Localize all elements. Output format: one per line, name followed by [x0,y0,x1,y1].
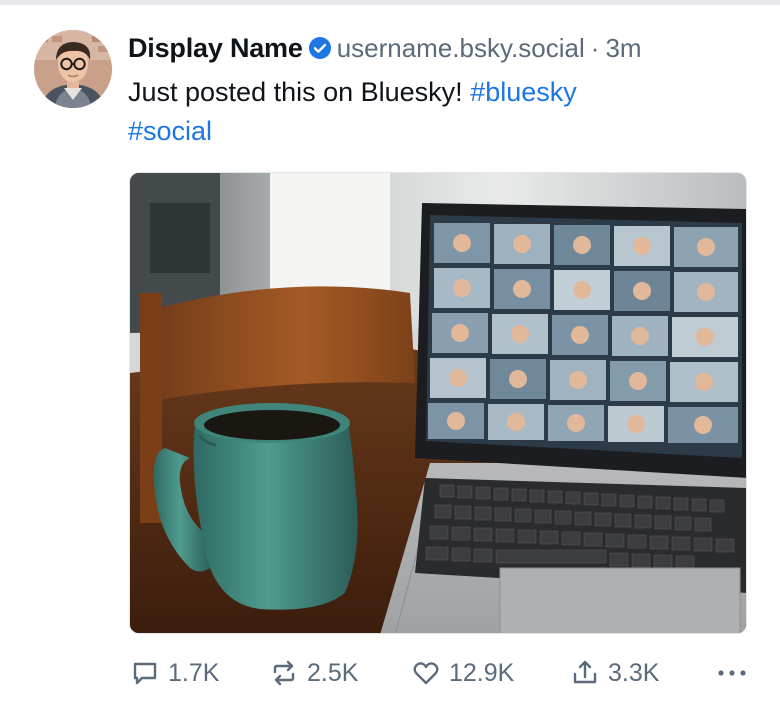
repost-count: 2.5K [307,658,359,687]
hashtag-link-bluesky[interactable]: #bluesky [470,77,577,107]
avatar[interactable] [34,30,112,108]
post-image[interactable] [129,172,747,634]
reply-icon [130,658,160,688]
display-name[interactable]: Display Name [128,33,303,64]
more-options-button[interactable] [714,652,750,694]
top-divider [0,0,780,5]
author-handle[interactable]: username.bsky.social [337,33,585,64]
heart-icon [411,658,441,688]
post-header: Display Name username.bsky.social · 3m [128,30,642,66]
more-icon [714,658,750,688]
post-timestamp[interactable]: 3m [605,33,641,64]
verified-badge-icon [308,36,332,60]
avatar-image [34,30,112,108]
hashtag-link-social[interactable]: #social [128,116,212,146]
post-body-text: Just posted this on Bluesky! [128,77,463,107]
post-actions: 1.7K 2.5K 12.9K 3.3K [130,652,750,694]
laptop-video-call-photo [130,173,746,633]
share-button[interactable]: 3.3K [570,652,659,694]
like-button[interactable]: 12.9K [411,652,514,694]
repost-icon [269,658,299,688]
share-icon [570,658,600,688]
post-text: Just posted this on Bluesky! #bluesky #s… [128,73,748,151]
like-count: 12.9K [449,658,515,687]
repost-button[interactable]: 2.5K [269,652,358,694]
separator-dot: · [590,32,600,63]
share-count: 3.3K [608,658,660,687]
reply-count: 1.7K [168,658,220,687]
reply-button[interactable]: 1.7K [130,652,219,694]
